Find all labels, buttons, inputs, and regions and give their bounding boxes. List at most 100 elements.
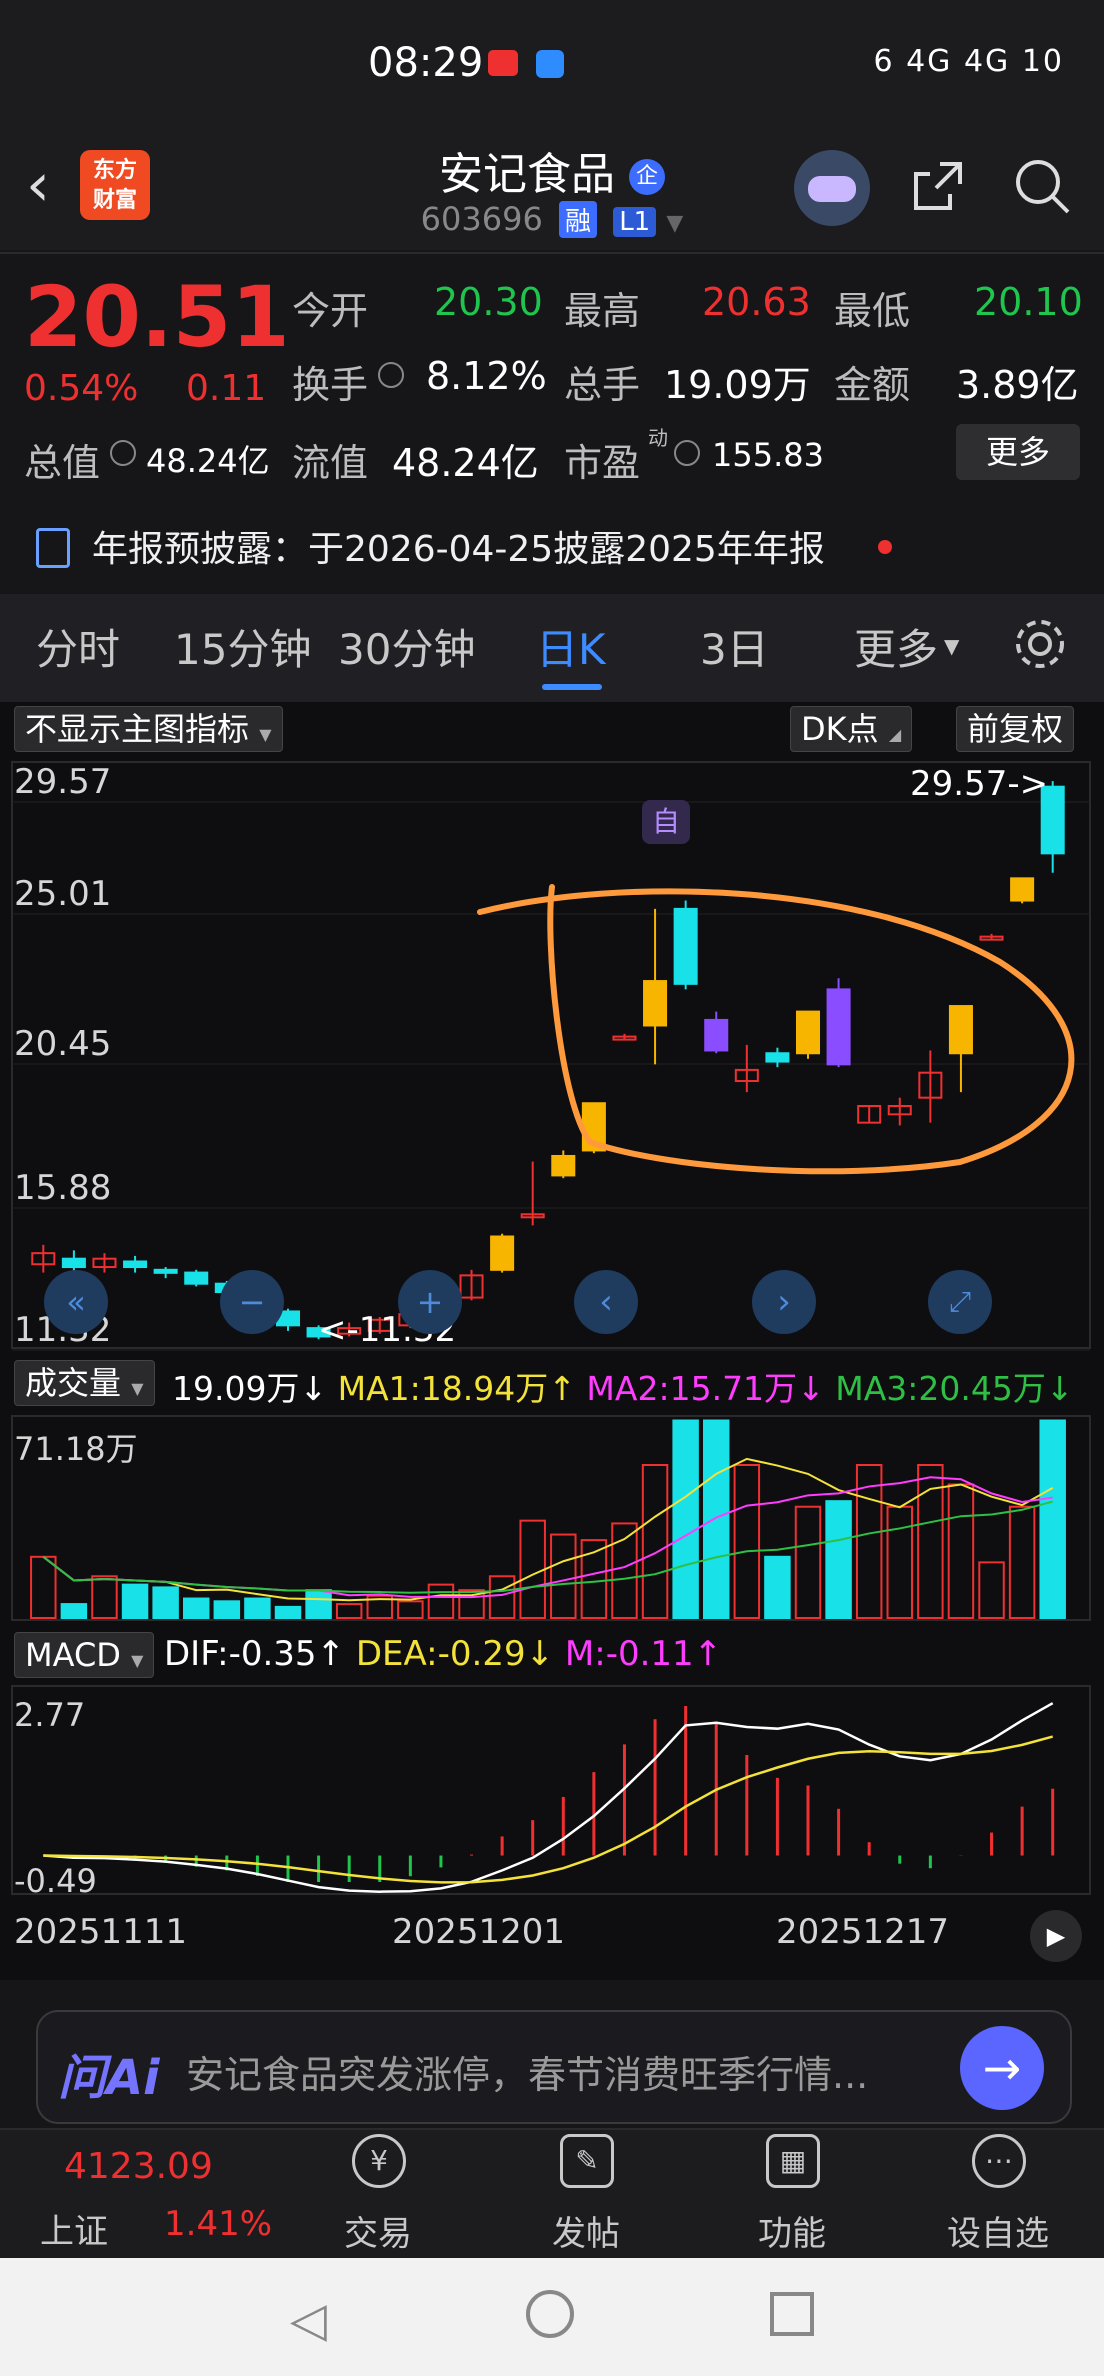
info-icon[interactable] xyxy=(110,440,136,466)
trade-icon[interactable]: ¥ xyxy=(352,2134,406,2188)
gear-icon[interactable] xyxy=(1012,616,1068,672)
volume-bar xyxy=(488,1575,516,1619)
candle-body xyxy=(673,907,698,985)
pe-dynamic-mark: 动 xyxy=(648,426,668,450)
candle-body xyxy=(153,1268,178,1274)
fullscreen-icon[interactable]: ⤢ xyxy=(928,1270,992,1334)
volume-bar xyxy=(427,1583,455,1619)
volume-bar xyxy=(1008,1505,1036,1619)
volume-ma1: MA1:18.94万↑ xyxy=(337,1369,576,1408)
candle-body xyxy=(643,980,668,1027)
enterprise-badge: 企 xyxy=(629,159,665,195)
low-label: 最低 xyxy=(834,289,911,333)
amount-label: 金额 xyxy=(834,363,911,407)
kline-chart[interactable] xyxy=(0,702,1104,1980)
last-price: 20.51 xyxy=(24,268,290,366)
arrow-right-icon[interactable]: → xyxy=(960,2026,1044,2110)
macd-m: M:-0.11↑ xyxy=(564,1634,723,1674)
robot-avatar-icon[interactable] xyxy=(794,150,870,226)
volume-current: 19.09万↓ xyxy=(172,1369,328,1408)
volume-bar xyxy=(550,1533,577,1620)
info-icon[interactable] xyxy=(378,362,404,388)
candle-body xyxy=(704,1018,729,1052)
tab-daily-k[interactable]: 日K xyxy=(536,616,606,677)
date-label-2: 20251201 xyxy=(392,1912,566,1952)
volume-bar xyxy=(305,1589,332,1620)
candle-body xyxy=(184,1271,209,1285)
volume-ma1-line xyxy=(42,1457,1054,1602)
candle-body xyxy=(551,1154,576,1177)
huawei-app-icon xyxy=(488,50,518,76)
info-icon[interactable] xyxy=(674,440,700,466)
caret-down-icon: ▼ xyxy=(944,634,960,658)
margin-badge: 融 xyxy=(559,201,598,238)
volume-ma2-line xyxy=(42,1476,1053,1599)
index-name[interactable]: 上证 xyxy=(40,2204,108,2253)
zoom-out-icon[interactable]: − xyxy=(220,1270,284,1334)
more-dots-icon[interactable]: ⋯ xyxy=(972,2134,1026,2188)
prev-icon[interactable]: ‹ xyxy=(574,1270,638,1334)
tab-minute[interactable]: 分时 xyxy=(36,616,120,677)
turnover-value: 8.12% xyxy=(426,354,547,398)
volume-ma3-line xyxy=(42,1500,1053,1594)
pe-label: 市盈 xyxy=(564,441,641,485)
more-button[interactable]: 更多 xyxy=(956,424,1080,480)
volume-bar xyxy=(183,1597,210,1620)
double-left-icon[interactable]: « xyxy=(44,1270,108,1334)
play-icon[interactable]: ▶ xyxy=(1030,1910,1082,1962)
volume-legend: 19.09万↓ MA1:18.94万↑ MA2:15.71万↓ MA3:20.4… xyxy=(172,1362,1074,1410)
volume-bar xyxy=(825,1500,852,1620)
nav-trade[interactable]: 交易 xyxy=(318,2206,438,2255)
date-label-3: 20251217 xyxy=(776,1912,950,1952)
level-badge: L1 xyxy=(613,207,657,237)
tab-3day[interactable]: 3日 xyxy=(700,616,769,677)
max-price-marker: 29.57-> xyxy=(910,764,1049,804)
volume-ymax: 71.18万 xyxy=(14,1430,138,1468)
nav-post[interactable]: 发帖 xyxy=(526,2206,646,2255)
home-circle-icon[interactable] xyxy=(526,2290,574,2338)
next-icon[interactable]: › xyxy=(752,1270,816,1334)
nav-add-watchlist[interactable]: 设自选 xyxy=(938,2206,1058,2255)
volume-bar xyxy=(794,1505,822,1619)
open-label: 今开 xyxy=(292,289,369,333)
unread-dot xyxy=(878,540,892,554)
chevron-down-icon[interactable]: ▼ xyxy=(666,211,683,236)
macd-ymin: -0.49 xyxy=(14,1862,97,1900)
status-time: 08:29 xyxy=(368,40,484,86)
macd-select[interactable]: MACD ▼ xyxy=(14,1632,155,1678)
macd-ymax: 2.77 xyxy=(14,1696,86,1734)
stock-name-text: 安记食品 xyxy=(439,149,615,200)
ai-prompt[interactable]: 安记食品突发涨停，春节消费旺季行情... xyxy=(186,2044,868,2099)
caret-down-icon: ▼ xyxy=(131,1651,144,1670)
candle-body xyxy=(948,1005,973,1055)
volume-ma3: MA3:20.45万↓ xyxy=(835,1369,1074,1408)
high-value: 20.63 xyxy=(702,280,811,324)
volume-bar xyxy=(244,1597,271,1620)
tab-15min[interactable]: 15分钟 xyxy=(174,616,311,677)
volume-select[interactable]: 成交量 ▼ xyxy=(14,1360,155,1406)
price-panel-frame xyxy=(11,761,1091,1349)
post-icon[interactable]: ✎ xyxy=(560,2134,614,2188)
macd-dea-line xyxy=(43,1735,1054,1884)
index-value[interactable]: 4123.09 xyxy=(64,2146,213,2187)
volume-bar xyxy=(1039,1419,1066,1620)
zoom-in-icon[interactable]: + xyxy=(398,1270,462,1334)
grid-icon[interactable]: ▦ xyxy=(766,2134,820,2188)
search-icon[interactable] xyxy=(1012,156,1072,216)
macd-dif: DIF:-0.35↑ xyxy=(164,1634,346,1674)
macd-dif-line xyxy=(43,1702,1054,1893)
float-value: 48.24亿 xyxy=(392,441,539,485)
back-triangle-icon[interactable]: ◁ xyxy=(290,2292,327,2348)
self-select-marker[interactable]: 自 xyxy=(642,800,690,844)
share-icon[interactable] xyxy=(910,158,966,214)
index-change[interactable]: 1.41% xyxy=(164,2204,272,2244)
y-tick-1: 29.57 xyxy=(14,762,112,802)
nav-functions[interactable]: 功能 xyxy=(732,2206,852,2255)
volume-bar xyxy=(886,1505,914,1619)
tab-30min[interactable]: 30分钟 xyxy=(338,616,475,677)
tab-more[interactable]: 更多 xyxy=(854,616,938,677)
macd-dea: DEA:-0.29↓ xyxy=(355,1634,555,1674)
recents-square-icon[interactable] xyxy=(770,2292,814,2336)
volume-value: 19.09万 xyxy=(664,363,811,407)
volume-select-label: 成交量 xyxy=(25,1364,122,1402)
